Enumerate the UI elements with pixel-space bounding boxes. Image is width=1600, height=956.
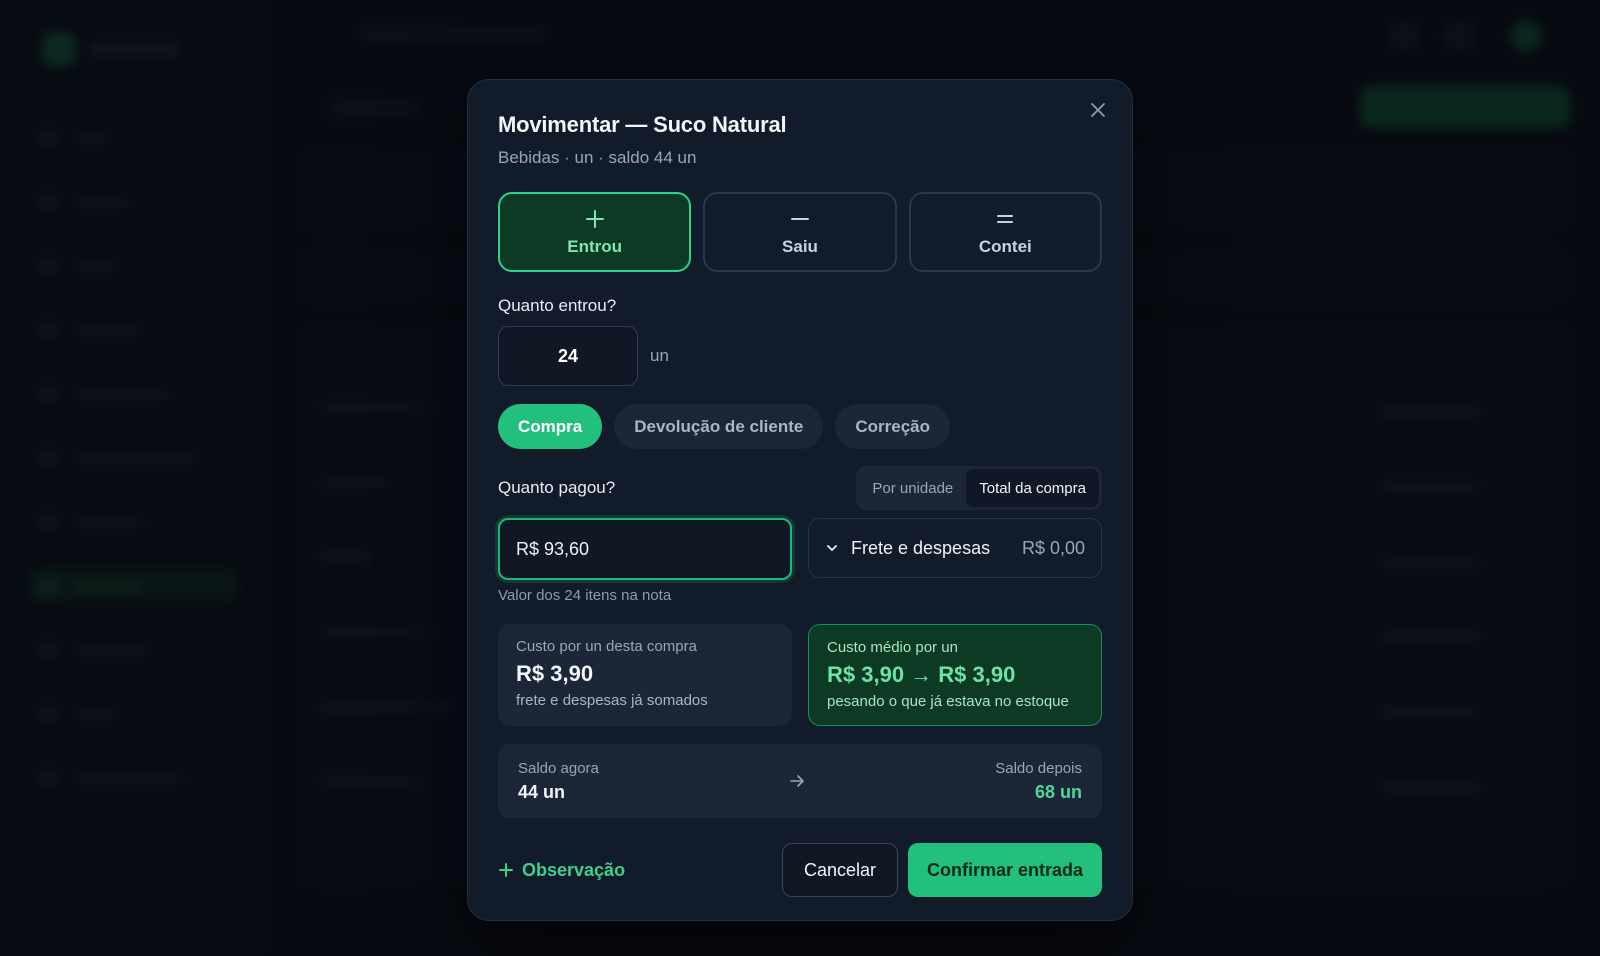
- payment-mode-toggle: Por unidade Total da compra: [856, 466, 1102, 510]
- freight-expander[interactable]: Frete e despesas R$ 0,00: [808, 518, 1102, 578]
- unit-cost-value: R$ 3,90: [516, 661, 594, 686]
- average-cost-subtext: pesando o que já estava no estoque: [827, 693, 1069, 710]
- unit-cost-label: Custo por un desta compra: [516, 638, 697, 655]
- balance-after-value: 68 un: [1034, 781, 1082, 802]
- reason-compra-chip[interactable]: Compra: [498, 404, 603, 449]
- dialog-subtitle: Bebidas · un · saldo 44 un: [498, 148, 697, 167]
- stock-movement-dialog: Movimentar — Suco Natural Bebidas · un ·…: [467, 79, 1133, 921]
- chevron-down-icon: [827, 545, 837, 551]
- reason-devolucao-chip[interactable]: Devolução de cliente: [614, 404, 824, 449]
- freight-label: Frete e despesas: [851, 537, 991, 558]
- type-contei-label: Contei: [978, 237, 1032, 256]
- type-saiu-label: Saiu: [782, 237, 818, 256]
- type-entrou-button[interactable]: Entrou: [498, 192, 692, 272]
- balance-summary: Saldo agora 44 un Saldo depois 68 un: [498, 744, 1102, 818]
- unit-cost-card: Custo por un desta compra R$ 3,90 frete …: [498, 624, 792, 726]
- mode-per-unit-option[interactable]: Por unidade: [859, 469, 966, 507]
- mode-total-option[interactable]: Total da compra: [966, 469, 1099, 507]
- confirm-entry-button[interactable]: Confirmar entrada: [908, 843, 1102, 897]
- close-button[interactable]: [1084, 96, 1112, 124]
- plus-icon: [583, 207, 607, 231]
- add-note-label: Observação: [522, 859, 626, 880]
- payment-label: Quanto pagou?: [498, 478, 616, 497]
- balance-after-label: Saldo depois: [995, 759, 1082, 777]
- movement-type-selector: Entrou Saiu Contei: [498, 192, 1102, 272]
- type-entrou-label: Entrou: [567, 237, 623, 256]
- type-saiu-button[interactable]: Saiu: [703, 192, 897, 272]
- freight-value: R$ 0,00: [1021, 537, 1085, 558]
- average-cost-card: Custo médio por un R$ 3,90 → R$ 3,90 pes…: [808, 624, 1102, 726]
- plus-icon: [499, 863, 513, 877]
- quantity-unit: un: [650, 346, 669, 365]
- add-note-link[interactable]: Observação: [498, 860, 782, 881]
- reason-chips: Compra Devolução de cliente Correção: [498, 404, 1102, 449]
- average-cost-value: R$ 3,90 → R$ 3,90: [827, 662, 1016, 687]
- payment-amount-input[interactable]: [498, 518, 792, 580]
- arrow-right-icon: [790, 775, 804, 787]
- dialog-title: Movimentar — Suco Natural: [498, 112, 787, 137]
- minus-icon: [788, 207, 812, 231]
- type-contei-button[interactable]: Contei: [908, 192, 1102, 272]
- average-cost-label: Custo médio por un: [827, 639, 958, 656]
- reason-correcao-chip[interactable]: Correção: [835, 404, 950, 449]
- cancel-button[interactable]: Cancelar: [782, 843, 898, 897]
- payment-hint: Valor dos 24 itens na nota: [498, 587, 672, 604]
- balance-now-label: Saldo agora: [518, 759, 599, 777]
- equals-icon: [993, 207, 1017, 231]
- balance-now-value: 44 un: [518, 781, 566, 802]
- unit-cost-subtext: frete e despesas já somados: [516, 692, 708, 709]
- quantity-label: Quanto entrou?: [498, 296, 617, 315]
- quantity-input[interactable]: [498, 326, 638, 386]
- close-icon: [1091, 103, 1105, 117]
